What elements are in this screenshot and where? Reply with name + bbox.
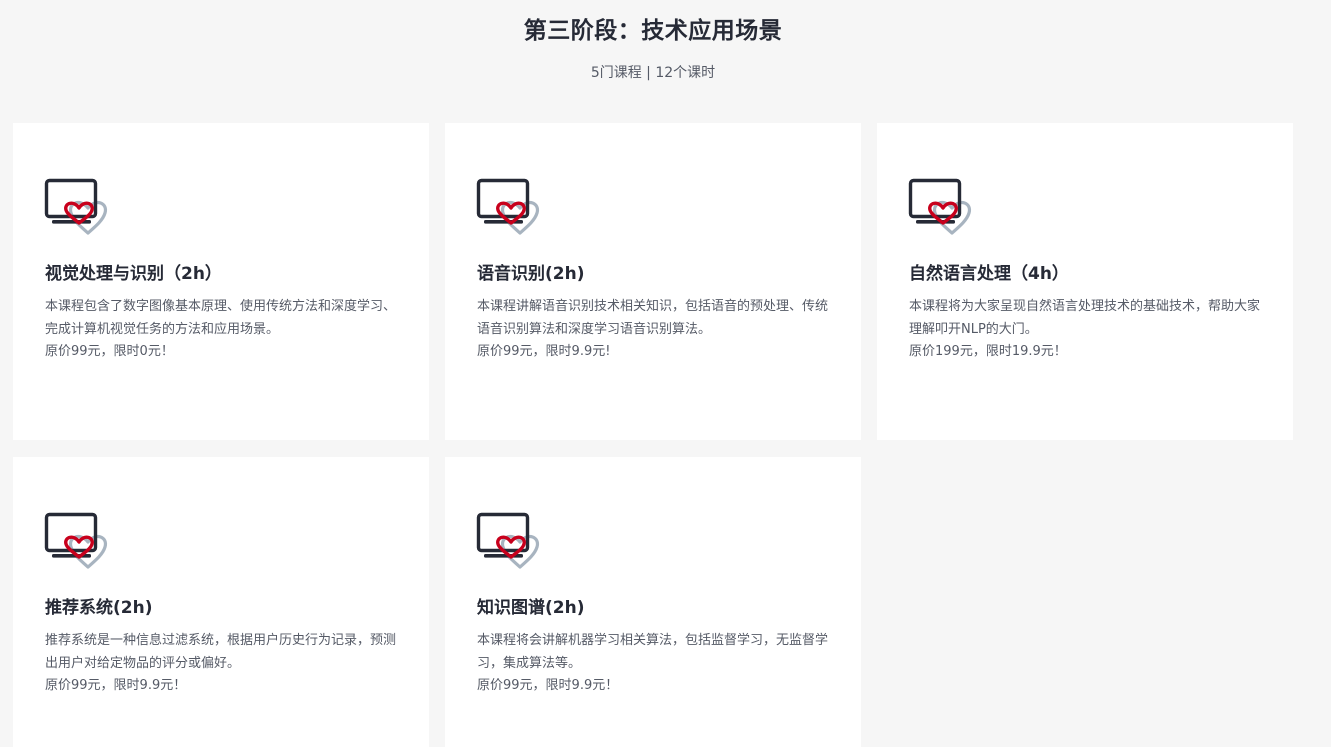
monitor-heart-icon [44,512,108,569]
course-card-knowledge-graph[interactable]: 知识图谱(2h) 本课程将会讲解机器学习相关算法，包括监督学习，无监督学习，集成… [445,457,861,747]
course-description: 本课程将会讲解机器学习相关算法，包括监督学习，无监督学习，集成算法等。 [477,633,829,671]
course-price: 原价99元，限时9.9元！ [477,678,619,693]
course-card-nlp[interactable]: 自然语言处理（4h） 本课程将为大家呈现自然语言处理技术的基础技术，帮助大家理解… [877,123,1293,440]
course-description: 推荐系统是一种信息过滤系统，根据用户历史行为记录，预测出用户对给定物品的评分或偏… [45,633,397,671]
course-price: 原价99元，限时9.9元！ [45,678,187,693]
monitor-heart-icon [476,178,540,235]
course-description: 本课程将为大家呈现自然语言处理技术的基础技术，帮助大家理解叩开NLP的大门。 [909,299,1261,337]
course-card-recommender[interactable]: 推荐系统(2h) 推荐系统是一种信息过滤系统，根据用户历史行为记录，预测出用户对… [13,457,429,747]
monitor-heart-icon [908,178,972,235]
course-title[interactable]: 语音识别(2h) [477,262,584,286]
course-price: 原价99元，限时9.9元! [477,344,611,359]
course-title[interactable]: 自然语言处理（4h） [909,262,1069,286]
course-card-vision[interactable]: 视觉处理与识别（2h） 本课程包含了数字图像基本原理、使用传统方法和深度学习、完… [13,123,429,440]
course-title[interactable]: 视觉处理与识别（2h） [45,262,222,286]
course-title[interactable]: 知识图谱(2h) [477,596,584,620]
course-description: 本课程讲解语音识别技术相关知识，包括语音的预处理、传统语音识别算法和深度学习语音… [477,299,829,337]
page-title: 第三阶段：技术应用场景 [523,18,783,44]
course-price: 原价199元，限时19.9元！ [909,344,1067,359]
monitor-heart-icon [476,512,540,569]
course-description: 本课程包含了数字图像基本原理、使用传统方法和深度学习、完成计算机视觉任务的方法和… [45,299,397,337]
course-price: 原价99元，限时0元！ [45,344,174,359]
monitor-heart-icon [44,178,108,235]
course-title[interactable]: 推荐系统(2h) [45,596,152,620]
course-card-speech[interactable]: 语音识别(2h) 本课程讲解语音识别技术相关知识，包括语音的预处理、传统语音识别… [445,123,861,440]
course-count-subtitle: 5门课程 | 12个课时 [590,65,716,81]
